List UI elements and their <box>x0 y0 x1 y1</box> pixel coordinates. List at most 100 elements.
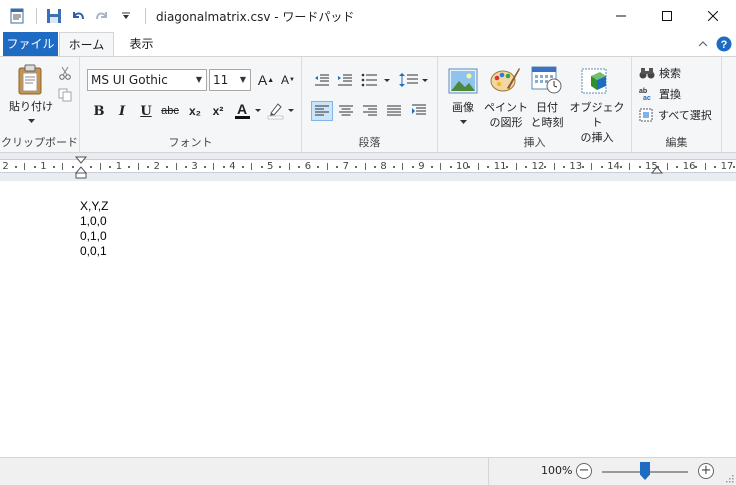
font-color-button[interactable]: A <box>233 101 263 121</box>
insert-object-icon[interactable] <box>578 63 612 97</box>
minimize-button[interactable] <box>598 0 644 32</box>
picture-dropdown-icon[interactable] <box>458 118 468 126</box>
ruler-dot <box>336 166 339 168</box>
zoom-out-button[interactable]: − <box>576 463 592 479</box>
svg-text:?: ? <box>721 39 728 51</box>
right-indent-marker-icon[interactable] <box>651 165 663 175</box>
ruler-number: 13 <box>569 161 583 172</box>
ruler-tick <box>477 163 479 170</box>
font-size-select[interactable]: 11 ▼ <box>209 69 251 91</box>
ruler-dot <box>298 166 301 168</box>
bullet-list-icon[interactable] <box>360 70 392 90</box>
picture-icon[interactable] <box>446 65 480 97</box>
find-button[interactable]: 検索 <box>639 65 681 81</box>
cut-icon[interactable] <box>57 65 73 81</box>
subscript-button[interactable]: x₂ <box>185 101 205 121</box>
ruler-tick <box>553 163 555 170</box>
document-text[interactable]: X,Y,Z 1,0,0 0,1,0 0,0,1 <box>80 199 108 259</box>
tab-home[interactable]: ホーム <box>59 32 114 57</box>
align-center-button[interactable] <box>335 101 357 121</box>
maximize-button[interactable] <box>644 0 690 32</box>
insert-group: 画像 ペイント の図形 日付 と時刻 オブジェクト の挿入 挿入 <box>438 57 632 153</box>
strikethrough-button[interactable]: abc <box>160 101 180 121</box>
help-icon[interactable]: ? <box>714 34 734 54</box>
paste-icon[interactable] <box>12 63 50 97</box>
align-left-button[interactable] <box>311 101 333 121</box>
font-family-select[interactable]: MS UI Gothic ▼ <box>87 69 207 91</box>
ruler-dot <box>128 166 131 168</box>
justify-button[interactable] <box>383 101 405 121</box>
ruler-area: 2 1 1 2 3 4 5 6 7 8 9 10 11 12 13 14 15 16 17 <box>0 153 736 181</box>
document-area[interactable]: X,Y,Z 1,0,0 0,1,0 0,0,1 <box>0 181 736 457</box>
zoom-slider-thumb[interactable] <box>640 462 650 480</box>
collapse-ribbon-icon[interactable] <box>694 35 712 53</box>
datetime-label[interactable]: 日付 と時刻 <box>526 100 568 130</box>
ruler-number: 8 <box>380 161 387 172</box>
ruler-dot <box>184 166 187 168</box>
ruler-tick <box>24 163 26 170</box>
document-line: 0,0,1 <box>80 244 107 258</box>
italic-button[interactable]: I <box>112 101 132 121</box>
redo-icon[interactable] <box>91 5 113 27</box>
save-icon[interactable] <box>43 5 65 27</box>
select-all-button[interactable]: すべて選択 <box>639 107 712 123</box>
ruler-dot <box>544 166 547 168</box>
close-button[interactable] <box>690 0 736 32</box>
window-controls <box>598 0 736 32</box>
resize-grip-icon[interactable] <box>724 473 734 483</box>
ruler-dot <box>411 166 414 168</box>
title-bar: diagonalmatrix.csv - ワードパッド <box>0 0 736 32</box>
replace-label: 置換 <box>659 88 681 101</box>
ruler-dot <box>71 166 74 168</box>
copy-icon[interactable] <box>57 87 73 103</box>
align-right-button[interactable] <box>359 101 381 121</box>
indent-marker-icon[interactable] <box>75 153 87 181</box>
decrease-indent-icon[interactable] <box>312 70 332 90</box>
replace-button[interactable]: ab ac 置換 <box>639 86 681 102</box>
ruler-dot <box>241 166 244 168</box>
tab-view[interactable]: 表示 <box>114 32 169 56</box>
shrink-font-icon[interactable]: A ▼ <box>278 70 298 90</box>
paste-label[interactable]: 貼り付け <box>4 99 58 114</box>
underline-button[interactable]: U <box>136 101 156 121</box>
ruler-dot <box>373 166 376 168</box>
document-line: 0,1,0 <box>80 229 107 243</box>
font-family-value: MS UI Gothic <box>91 73 168 87</box>
ruler-dot <box>109 166 112 168</box>
quick-access-toolbar <box>0 0 152 32</box>
highlight-color-button[interactable] <box>266 101 296 121</box>
ruler[interactable]: 2 1 1 2 3 4 5 6 7 8 9 10 11 12 13 14 15 16 17 <box>0 159 736 173</box>
datetime-icon[interactable] <box>530 64 564 96</box>
paste-dropdown-icon[interactable] <box>26 117 36 125</box>
increase-indent-icon[interactable] <box>335 70 355 90</box>
ruler-dot <box>619 166 622 168</box>
customize-qat-icon[interactable] <box>115 5 137 27</box>
ruler-dot <box>695 166 698 168</box>
grow-font-icon[interactable]: A ▲ <box>256 70 276 90</box>
superscript-button[interactable]: x² <box>208 101 228 121</box>
bold-button[interactable]: B <box>89 101 109 121</box>
paragraph-group-label: 段落 <box>358 136 381 149</box>
ruler-dot <box>506 166 509 168</box>
clipboard-group-label: クリップボード <box>1 136 78 149</box>
zoom-in-button[interactable]: + <box>698 463 714 479</box>
paint-drawing-icon[interactable] <box>488 63 522 97</box>
ruler-tick <box>213 163 215 170</box>
paint-drawing-label[interactable]: ペイント の図形 <box>484 100 528 130</box>
wordpad-app-icon[interactable] <box>6 5 28 27</box>
ruler-number: 16 <box>682 161 696 172</box>
ruler-tick <box>402 163 404 170</box>
ruler-tick <box>326 163 328 170</box>
undo-icon[interactable] <box>67 5 89 27</box>
ruler-tick <box>251 163 253 170</box>
ruler-number: 3 <box>191 161 198 172</box>
document-line: 1,0,0 <box>80 214 107 228</box>
ruler-dot <box>714 166 717 168</box>
picture-label[interactable]: 画像 <box>442 100 484 115</box>
status-divider <box>488 458 489 485</box>
ruler-tick <box>288 163 290 170</box>
editing-group-label: 編集 <box>665 136 688 149</box>
line-spacing-icon[interactable] <box>398 70 430 90</box>
paragraph-settings-icon[interactable] <box>408 101 430 121</box>
tab-file[interactable]: ファイル <box>3 32 58 56</box>
